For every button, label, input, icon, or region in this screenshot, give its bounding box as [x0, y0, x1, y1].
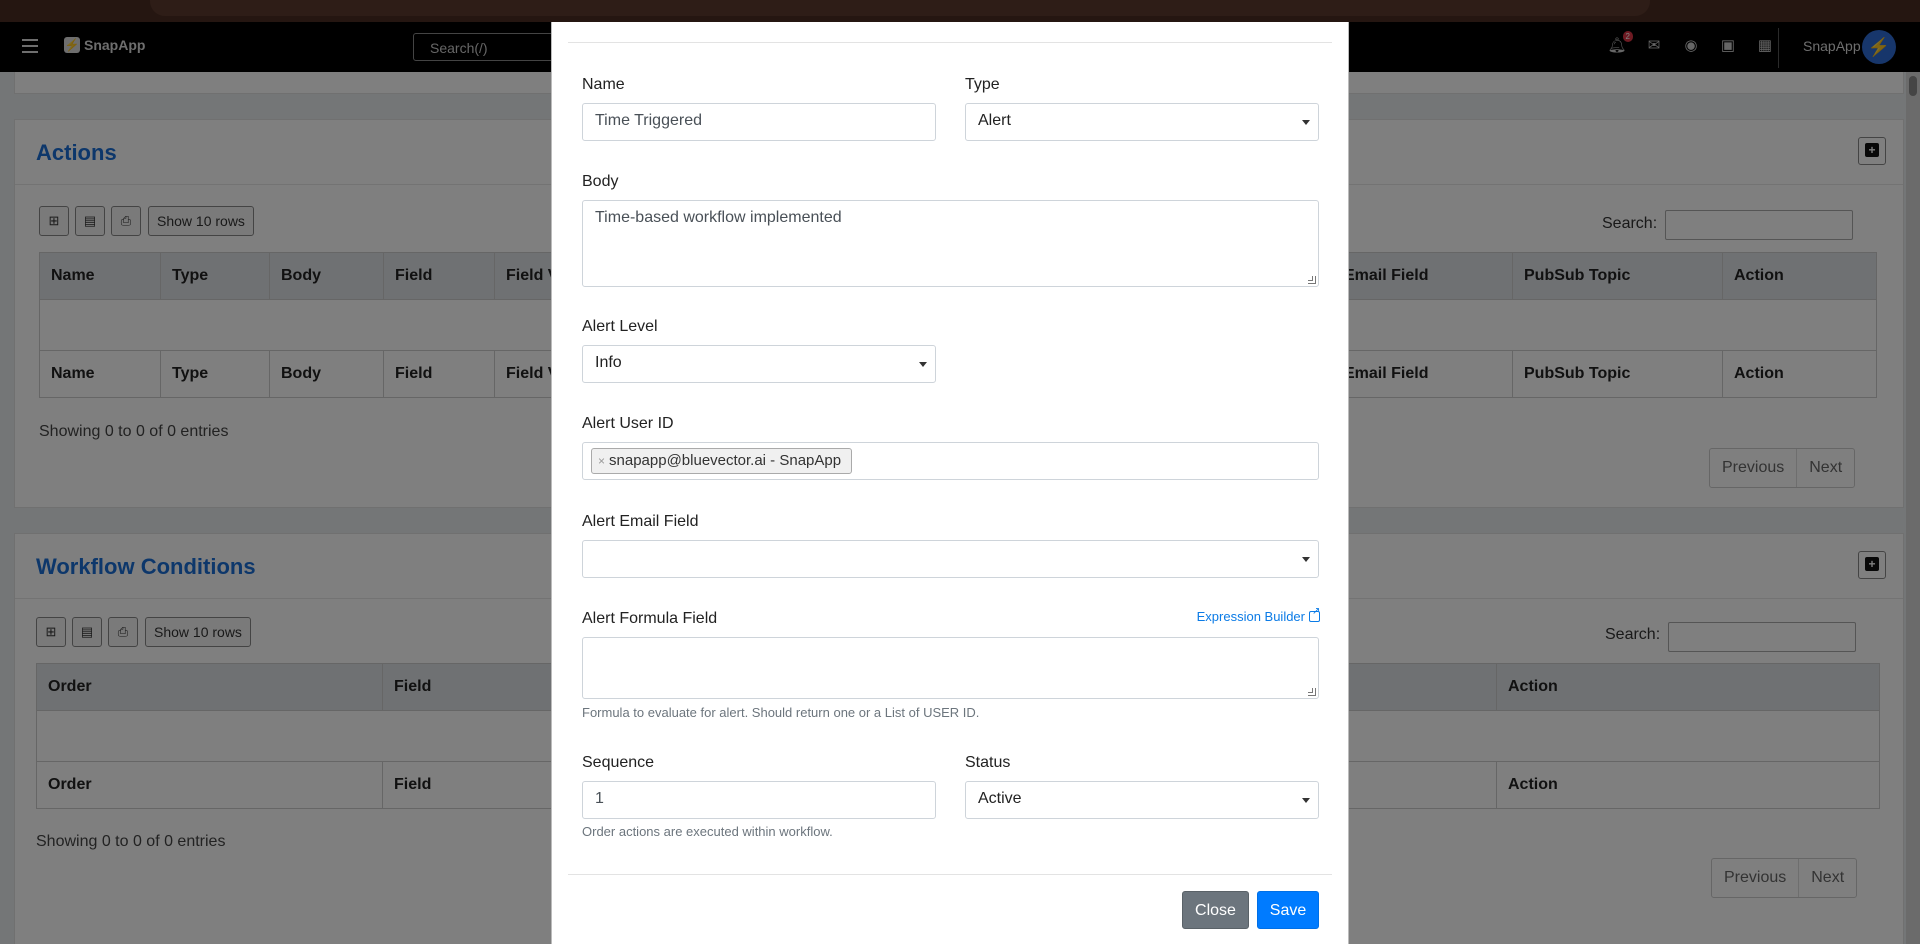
save-button[interactable]: Save — [1257, 891, 1319, 929]
name-input[interactable]: Time Triggered — [582, 103, 936, 141]
caret-down-icon — [1302, 120, 1310, 125]
formula-textarea[interactable] — [582, 637, 1319, 699]
resize-handle-icon[interactable] — [1308, 276, 1316, 284]
name-label: Name — [582, 76, 625, 93]
chip-label: snapapp@bluevector.ai - SnapApp — [609, 452, 842, 469]
alert-level-select[interactable]: Info — [582, 345, 936, 383]
edit-action-modal: Name Time Triggered Type Alert Body Time… — [551, 22, 1349, 944]
sequence-hint: Order actions are executed within workfl… — [582, 824, 833, 839]
alert-email-select[interactable] — [582, 540, 1319, 578]
expression-builder-link[interactable]: Expression Builder — [1196, 606, 1321, 624]
formula-label: Alert Formula Field — [582, 610, 718, 627]
type-select-value: Alert — [978, 112, 1011, 129]
caret-down-icon — [1302, 557, 1310, 562]
selected-user-chip: × snapapp@bluevector.ai - SnapApp — [591, 448, 853, 474]
sequence-input[interactable]: 1 — [582, 781, 936, 819]
caret-down-icon — [1302, 798, 1310, 803]
status-label: Status — [965, 754, 1011, 771]
status-value: Active — [978, 790, 1022, 807]
remove-chip-icon[interactable]: × — [598, 454, 605, 468]
alert-level-label: Alert Level — [582, 318, 658, 335]
formula-hint: Formula to evaluate for alert. Should re… — [582, 705, 980, 720]
close-button[interactable]: Close — [1182, 891, 1249, 929]
expression-builder-text: Expression Builder — [1196, 609, 1305, 624]
type-select[interactable]: Alert — [965, 103, 1319, 141]
sequence-label: Sequence — [582, 754, 655, 771]
body-label: Body — [582, 173, 619, 190]
divider — [568, 42, 1332, 43]
alert-email-label: Alert Email Field — [582, 513, 699, 530]
body-textarea[interactable]: Time-based workflow implemented — [582, 200, 1319, 287]
resize-handle-icon[interactable] — [1308, 688, 1316, 696]
alert-user-label: Alert User ID — [582, 415, 674, 432]
divider — [568, 874, 1332, 875]
type-label: Type — [965, 76, 1000, 93]
caret-down-icon — [919, 362, 927, 367]
body-text: Time-based workflow implemented — [595, 209, 842, 226]
external-link-icon — [1309, 606, 1320, 622]
alert-user-multiselect[interactable]: × snapapp@bluevector.ai - SnapApp — [582, 442, 1319, 480]
status-select[interactable]: Active — [965, 781, 1319, 819]
alert-level-value: Info — [595, 354, 622, 371]
